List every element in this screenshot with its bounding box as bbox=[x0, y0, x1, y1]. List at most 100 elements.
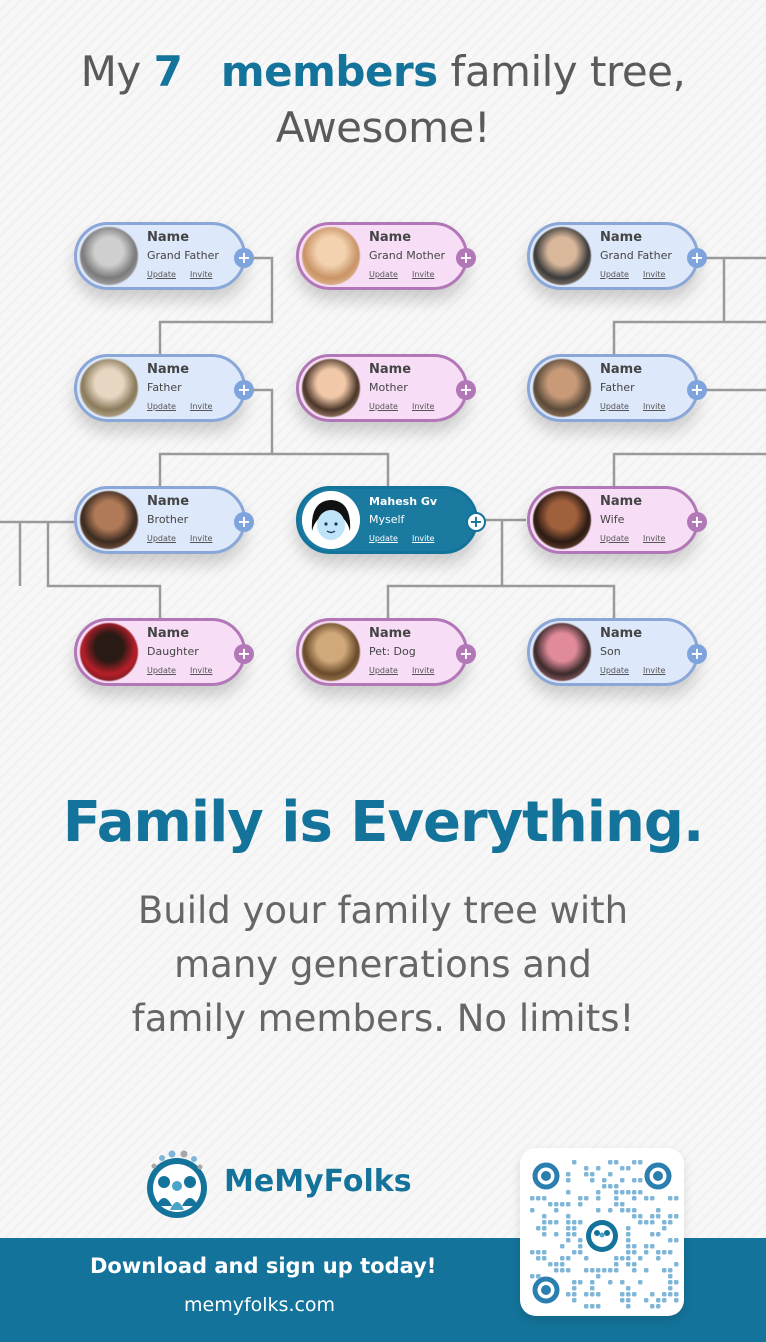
qr-module bbox=[632, 1262, 637, 1267]
member-actions: Update Invite bbox=[147, 662, 226, 680]
cta-text[interactable]: Download and sign up today! bbox=[90, 1254, 436, 1278]
qr-module bbox=[626, 1298, 631, 1303]
member-card-father[interactable]: Name Father Update Invite + bbox=[74, 354, 254, 422]
qr-module bbox=[650, 1292, 655, 1297]
add-member-button[interactable]: + bbox=[234, 512, 254, 532]
add-member-button[interactable]: + bbox=[687, 512, 707, 532]
update-link[interactable]: Update bbox=[600, 666, 629, 675]
add-member-button[interactable]: + bbox=[234, 380, 254, 400]
member-card-mother[interactable]: Name Mother Update Invite + bbox=[296, 354, 476, 422]
qr-module bbox=[548, 1220, 553, 1225]
member-info: Name Wife Update Invite bbox=[600, 493, 679, 548]
qr-module bbox=[626, 1238, 631, 1243]
member-name: Name bbox=[369, 229, 412, 245]
qr-module bbox=[554, 1220, 559, 1225]
qr-module bbox=[674, 1238, 679, 1243]
member-card-pet-dog[interactable]: Name Pet: Dog Update Invite + bbox=[296, 618, 476, 686]
update-link[interactable]: Update bbox=[147, 534, 176, 543]
member-avatar bbox=[80, 491, 138, 549]
qr-module bbox=[584, 1268, 589, 1273]
update-link[interactable]: Update bbox=[147, 270, 176, 279]
qr-module bbox=[566, 1268, 571, 1273]
qr-module bbox=[656, 1304, 661, 1309]
invite-link[interactable]: Invite bbox=[412, 666, 434, 675]
qr-module bbox=[572, 1292, 577, 1297]
member-name: Mahesh Gv bbox=[369, 494, 438, 508]
invite-link[interactable]: Invite bbox=[643, 270, 665, 279]
qr-module bbox=[542, 1196, 547, 1201]
qr-module bbox=[572, 1286, 577, 1291]
member-card-grand-father[interactable]: Name Grand Father Update Invite + bbox=[74, 222, 254, 290]
invite-link[interactable]: Invite bbox=[190, 666, 212, 675]
add-member-button[interactable]: + bbox=[234, 248, 254, 268]
qr-module bbox=[632, 1250, 637, 1255]
add-member-button[interactable]: + bbox=[466, 512, 486, 532]
invite-link[interactable]: Invite bbox=[643, 402, 665, 411]
member-card-grand-father[interactable]: Name Grand Father Update Invite + bbox=[527, 222, 707, 290]
qr-module bbox=[566, 1214, 571, 1219]
update-link[interactable]: Update bbox=[369, 402, 398, 411]
add-member-button[interactable]: + bbox=[456, 644, 476, 664]
invite-link[interactable]: Invite bbox=[190, 270, 212, 279]
member-card-father[interactable]: Name Father Update Invite + bbox=[527, 354, 707, 422]
add-member-button[interactable]: + bbox=[687, 644, 707, 664]
qr-module bbox=[530, 1196, 535, 1201]
member-card-brother[interactable]: Name Brother Update Invite + bbox=[74, 486, 254, 554]
qr-module bbox=[536, 1226, 541, 1231]
qr-module bbox=[674, 1214, 679, 1219]
member-card-wife[interactable]: Name Wife Update Invite + bbox=[527, 486, 707, 554]
website-link[interactable]: memyfolks.com bbox=[184, 1294, 335, 1316]
qr-module bbox=[596, 1196, 601, 1201]
member-info: Name Father Update Invite bbox=[600, 361, 679, 416]
member-info: Mahesh Gv Myself Update Invite bbox=[369, 493, 448, 548]
add-member-button[interactable]: + bbox=[687, 248, 707, 268]
update-link[interactable]: Update bbox=[147, 402, 176, 411]
member-avatar bbox=[80, 623, 138, 681]
member-count: 7 bbox=[153, 47, 183, 96]
update-link[interactable]: Update bbox=[600, 534, 629, 543]
update-link[interactable]: Update bbox=[600, 270, 629, 279]
qr-module bbox=[668, 1280, 673, 1285]
qr-module bbox=[650, 1196, 655, 1201]
qr-module bbox=[638, 1214, 643, 1219]
member-card-myself[interactable]: Mahesh Gv Myself Update Invite + bbox=[296, 486, 486, 554]
qr-module bbox=[536, 1256, 541, 1261]
invite-link[interactable]: Invite bbox=[412, 270, 434, 279]
qr-module bbox=[608, 1184, 613, 1189]
member-name: Name bbox=[600, 361, 643, 377]
headline-prefix: My bbox=[80, 47, 142, 96]
update-link[interactable]: Update bbox=[600, 402, 629, 411]
update-link[interactable]: Update bbox=[369, 666, 398, 675]
qr-module bbox=[560, 1202, 565, 1207]
qr-module bbox=[620, 1190, 625, 1195]
qr-module bbox=[578, 1202, 583, 1207]
qr-module bbox=[662, 1268, 667, 1273]
qr-module bbox=[578, 1250, 583, 1255]
qr-module bbox=[530, 1208, 535, 1213]
qr-module bbox=[632, 1208, 637, 1213]
member-info: Name Grand Mother Update Invite bbox=[369, 229, 448, 284]
add-member-button[interactable]: + bbox=[234, 644, 254, 664]
update-link[interactable]: Update bbox=[369, 534, 398, 543]
invite-link[interactable]: Invite bbox=[643, 666, 665, 675]
invite-link[interactable]: Invite bbox=[643, 534, 665, 543]
member-card-son[interactable]: Name Son Update Invite + bbox=[527, 618, 707, 686]
member-card-grand-mother[interactable]: Name Grand Mother Update Invite + bbox=[296, 222, 476, 290]
update-link[interactable]: Update bbox=[369, 270, 398, 279]
update-link[interactable]: Update bbox=[147, 666, 176, 675]
invite-link[interactable]: Invite bbox=[190, 534, 212, 543]
member-card-daughter[interactable]: Name Daughter Update Invite + bbox=[74, 618, 254, 686]
member-actions: Update Invite bbox=[147, 398, 226, 416]
add-member-button[interactable]: + bbox=[456, 380, 476, 400]
add-member-button[interactable]: + bbox=[687, 380, 707, 400]
invite-link[interactable]: Invite bbox=[412, 534, 434, 543]
qr-module bbox=[542, 1256, 547, 1261]
description: Build your family tree with many generat… bbox=[100, 884, 666, 1046]
description-line-1: Build your family tree with bbox=[137, 889, 629, 932]
qr-module bbox=[572, 1250, 577, 1255]
qr-code[interactable] bbox=[520, 1148, 684, 1316]
invite-link[interactable]: Invite bbox=[190, 402, 212, 411]
qr-module bbox=[626, 1292, 631, 1297]
add-member-button[interactable]: + bbox=[456, 248, 476, 268]
invite-link[interactable]: Invite bbox=[412, 402, 434, 411]
